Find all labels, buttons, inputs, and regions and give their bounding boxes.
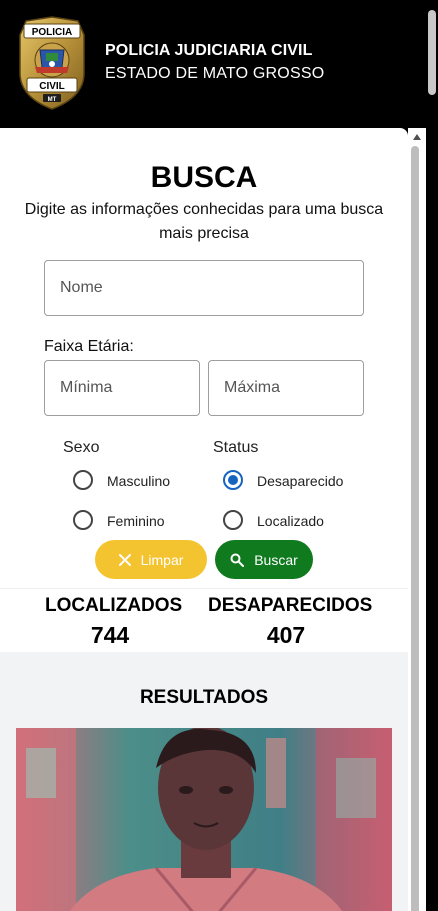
page-scrollbar-thumb[interactable]: [428, 10, 436, 95]
results-title: RESULTADOS: [139, 687, 269, 708]
search-button[interactable]: Buscar: [215, 540, 313, 579]
svg-text:MT: MT: [48, 97, 57, 103]
card-scrollbar-thumb[interactable]: [411, 146, 419, 911]
name-input[interactable]: [45, 261, 363, 315]
max-age-field[interactable]: [208, 360, 364, 416]
radio-masculino-label[interactable]: Masculino: [107, 473, 170, 489]
scroll-up-arrow-icon[interactable]: [413, 134, 421, 140]
svg-text:CIVIL: CIVIL: [39, 81, 65, 92]
age-range-label: Faixa Etária:: [44, 338, 134, 355]
radio-desaparecido-label[interactable]: Desaparecido: [257, 473, 343, 489]
clear-button-label: Limpar: [140, 551, 184, 568]
results-section: RESULTADOS: [0, 652, 408, 911]
missing-count-value: 407: [266, 622, 306, 648]
name-field[interactable]: [44, 260, 364, 316]
app-viewport: POLICIA CIVIL MT POLICIA JUDICIARIA CIVI…: [0, 0, 438, 911]
search-button-label: Buscar: [254, 551, 298, 568]
card-scrollbar[interactable]: [408, 128, 426, 911]
found-count-label: LOCALIZADOS: [45, 595, 183, 616]
header-text: POLICIA JUDICIARIA CIVIL ESTADO DE MATO …: [105, 40, 324, 86]
radio-feminino-label[interactable]: Feminino: [107, 513, 165, 529]
search-card: BUSCA Digite as informações conhecidas p…: [0, 128, 408, 911]
min-age-input[interactable]: [45, 361, 199, 415]
header-subtitle: ESTADO DE MATO GROSSO: [105, 65, 325, 82]
svg-text:POLICIA: POLICIA: [32, 27, 73, 38]
missing-count-label: DESAPARECIDOS: [208, 595, 373, 616]
close-icon: [118, 553, 131, 566]
max-age-input[interactable]: [209, 361, 363, 415]
police-badge-logo: POLICIA CIVIL MT: [19, 16, 85, 110]
radio-localizado-label[interactable]: Localizado: [257, 513, 324, 529]
radio-masculino[interactable]: [73, 470, 93, 490]
person-photo-image: [16, 728, 392, 911]
sex-group-label: Sexo: [63, 439, 100, 456]
radio-feminino[interactable]: [73, 510, 93, 530]
min-age-field[interactable]: [44, 360, 200, 416]
person-photo[interactable]: [16, 728, 392, 911]
stats-divider: [0, 588, 408, 589]
search-title: BUSCA: [150, 161, 258, 194]
radio-desaparecido[interactable]: [223, 470, 243, 490]
header-title: POLICIA JUDICIARIA CIVIL: [105, 42, 313, 59]
found-count-value: 744: [90, 622, 130, 648]
search-subtitle: Digite as informações conhecidas para um…: [24, 201, 384, 242]
search-icon: [230, 553, 245, 567]
app-header: POLICIA CIVIL MT POLICIA JUDICIARIA CIVI…: [0, 0, 426, 128]
radio-localizado[interactable]: [223, 510, 243, 530]
clear-button[interactable]: Limpar: [95, 540, 207, 579]
status-group-label: Status: [213, 439, 259, 456]
page-scrollbar[interactable]: [426, 0, 438, 911]
